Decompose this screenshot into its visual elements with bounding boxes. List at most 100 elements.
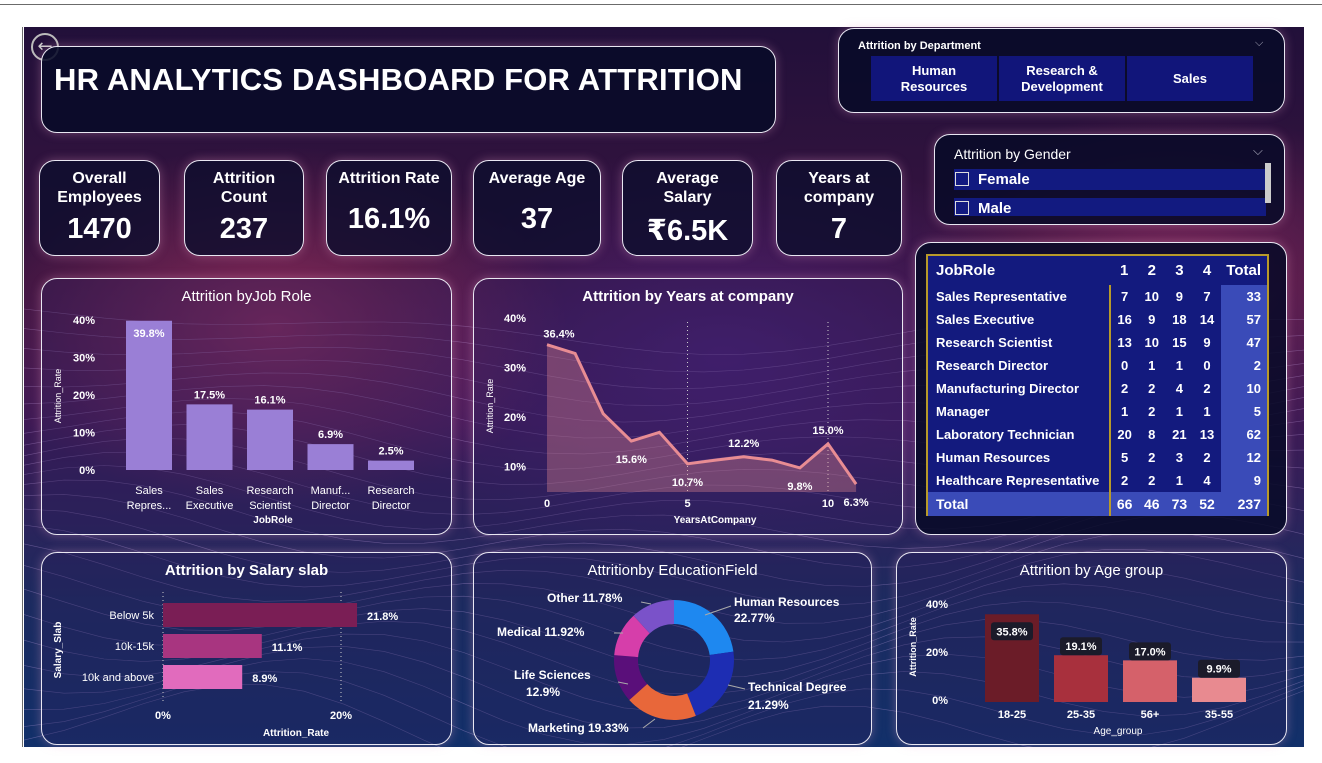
y-tick-label: 20%	[926, 647, 948, 659]
matrix-total-cell: 10	[1220, 377, 1270, 400]
matrix-cell: 2	[1137, 254, 1166, 285]
matrix-cell: 1	[1165, 469, 1194, 492]
matrix-cell: 13	[1110, 331, 1138, 354]
gender-option-female[interactable]: Female	[954, 169, 1266, 190]
page-title: HR ANALYTICS DASHBOARD FOR ATTRITION	[54, 62, 743, 97]
matrix-total-row[interactable]: Total 66 46 73 52 237	[925, 492, 1270, 516]
x-tick-label: Sales	[196, 485, 224, 497]
y-tick-label: 30%	[73, 353, 95, 365]
matrix-cell: 2	[1137, 377, 1166, 400]
chevron-down-icon[interactable]: ⌵	[1255, 36, 1263, 50]
checkbox[interactable]	[955, 172, 969, 186]
bar	[307, 444, 354, 470]
kpi-card-attrition-rate: Attrition Rate 16.1%	[326, 160, 452, 256]
matrix-row[interactable]: Healthcare Representative 2 2 1 4 9	[925, 469, 1270, 492]
y-axis-label: Attrition_Rate	[908, 617, 918, 677]
matrix-total-cell: 5	[1220, 400, 1270, 423]
matrix-row[interactable]: Research Scientist 13 10 15 9 47	[925, 331, 1270, 354]
x-tick-label: 20%	[330, 710, 352, 722]
y-tick-label: 30%	[504, 363, 526, 375]
kpi-card-average-age: Average Age 37	[473, 160, 601, 256]
point-label: 9.8%	[787, 481, 812, 493]
department-option-sales[interactable]: Sales	[1127, 56, 1253, 101]
y-tick-label: 40%	[73, 315, 95, 327]
bar-value-label: 9.9%	[1206, 664, 1231, 676]
matrix-row-label: Total	[925, 492, 1112, 516]
matrix-row[interactable]: Human Resources 5 2 3 2 12	[925, 446, 1270, 469]
matrix-row[interactable]: Manufacturing Director 2 2 4 2 10	[925, 377, 1270, 400]
x-tick-label: 5	[684, 498, 690, 510]
matrix-total-cell: 33	[1220, 285, 1270, 308]
matrix-cell: 10	[1137, 285, 1166, 308]
matrix-cell: 16	[1110, 308, 1138, 331]
matrix-row[interactable]: Sales Executive 16 9 18 14 57	[925, 308, 1270, 331]
option-label: Human	[911, 62, 957, 78]
bar	[1192, 677, 1246, 702]
y-tick-label: 40%	[504, 313, 526, 325]
matrix-total-cell: 9	[1220, 469, 1270, 492]
matrix-row[interactable]: Manager 1 2 1 1 5	[925, 400, 1270, 423]
y-tick-label: 20%	[504, 412, 526, 424]
slice-label: Human Resources	[734, 595, 840, 609]
department-slicer-title: Attrition by Department	[858, 40, 981, 52]
x-tick-label: 18-25	[998, 709, 1026, 721]
matrix-cell: 4	[1193, 469, 1221, 492]
department-option-research-development[interactable]: Research & Development	[999, 56, 1125, 101]
option-label: Resources	[900, 78, 968, 94]
matrix-row-label: Sales Representative	[925, 285, 1112, 308]
matrix-row[interactable]: Laboratory Technician 20 8 21 13 62	[925, 423, 1270, 446]
department-option-human-resources[interactable]: Human Resources	[871, 56, 997, 101]
matrix-cell: 52	[1193, 492, 1221, 516]
matrix-row[interactable]: Research Director 0 1 1 0 2	[925, 354, 1270, 377]
matrix-cell: 2	[1137, 400, 1166, 423]
checkbox[interactable]	[955, 201, 969, 215]
matrix-row-label: Laboratory Technician	[925, 423, 1112, 446]
matrix-cell: 15	[1165, 331, 1194, 354]
kpi-label: Years at company	[803, 170, 875, 206]
x-tick-label: 25-35	[1067, 709, 1095, 721]
bar-value-label: 21.8%	[367, 611, 398, 623]
jobrole-matrix: JobRole 1 2 3 4 Total Sales Representative 7 10 9…	[925, 254, 1270, 516]
x-axis-label: YearsAtCompany	[674, 515, 757, 526]
report-frame: ← HR ANALYTICS DASHBOARD FOR ATTRITION A…	[0, 0, 1322, 763]
matrix-cell: 21	[1165, 423, 1194, 446]
salary-chart: Below 5k 21.8% 10k-15k 11.1% 10k and above 8.…	[53, 592, 398, 739]
bar	[163, 665, 243, 689]
matrix-cell: 5	[1110, 446, 1138, 469]
kpi-card-overall-employees: Overall Employees 1470	[39, 160, 160, 256]
matrix-cell: 9	[1193, 331, 1221, 354]
matrix-row-label: Manager	[925, 400, 1112, 423]
matrix-row-label: Sales Executive	[925, 308, 1112, 331]
x-axis-label: Age_group	[1094, 726, 1143, 737]
matrix-cell: 1	[1110, 400, 1138, 423]
matrix-total-cell: 57	[1220, 308, 1270, 331]
matrix-cell: 8	[1137, 423, 1166, 446]
matrix-cell: 9	[1137, 308, 1166, 331]
leader-line	[704, 605, 732, 616]
chevron-down-icon[interactable]: ⌵	[1253, 144, 1263, 159]
slice-label: Technical Degree	[748, 680, 847, 694]
option-label: Female	[978, 171, 1030, 188]
years-chart: 40% 30% 20% 10% Attrition_Rate 36.4% 15.6% 10.7…	[485, 313, 869, 526]
bar	[163, 634, 262, 658]
option-label: Research &	[1026, 62, 1098, 78]
y-tick-label: 10k-15k	[115, 641, 155, 653]
kpi-value: 1470	[67, 213, 132, 245]
left-border	[22, 27, 23, 747]
gender-option-male[interactable]: Male	[954, 198, 1266, 217]
kpi-card-average-salary: Average Salary ₹6.5K	[622, 160, 753, 256]
matrix-cell: 4	[1165, 377, 1194, 400]
x-tick-label: 35-55	[1205, 709, 1233, 721]
kpi-value: 37	[520, 203, 554, 235]
gender-slicer-title: Attrition by Gender	[954, 146, 1071, 162]
slice-label: Life Sciences	[514, 668, 591, 682]
x-tick-label: Director	[311, 500, 350, 512]
matrix-cell: 73	[1165, 492, 1194, 516]
matrix-cell: 2	[1193, 446, 1221, 469]
x-tick-label: Sales	[135, 485, 163, 497]
bar-value-label: 39.8%	[133, 328, 164, 340]
slicer-scrollbar[interactable]	[1265, 163, 1271, 203]
matrix-row[interactable]: Sales Representative 7 10 9 7 33	[925, 285, 1270, 308]
age-chart: 40% 20% 0% Attrition_Rate 35.8% 18-25 19.1% 25-…	[908, 599, 1246, 737]
kpi-label: Overall Employees	[57, 170, 142, 206]
